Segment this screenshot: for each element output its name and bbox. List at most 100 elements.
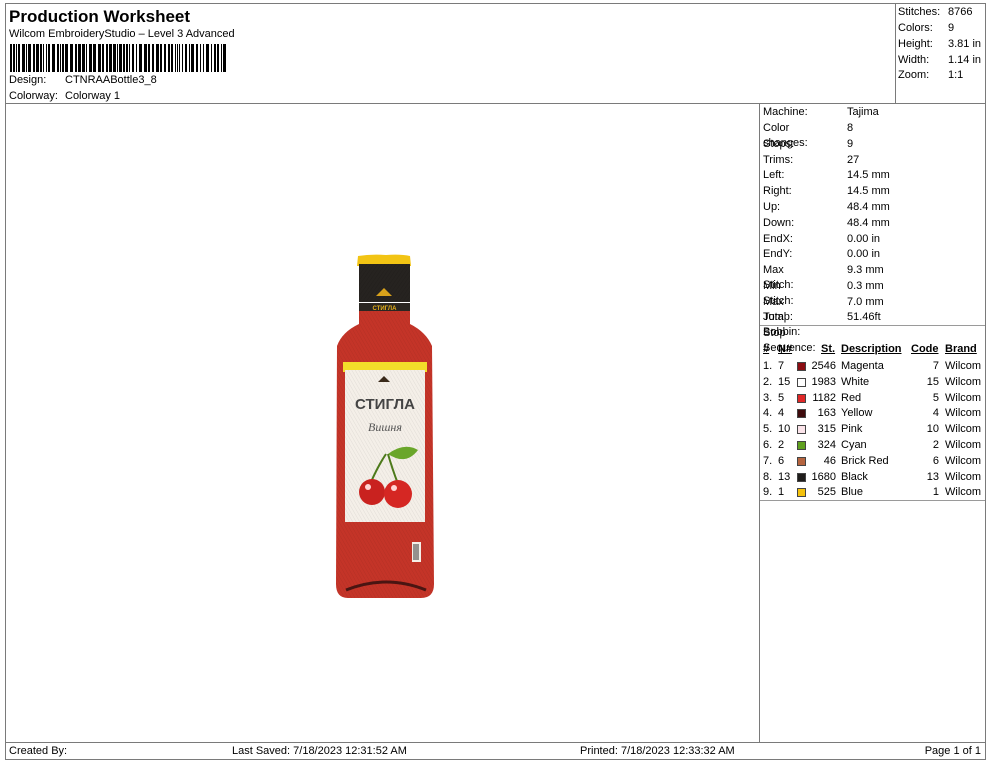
info-value: Tajima: [847, 106, 879, 118]
barcode-bar: [75, 44, 77, 72]
row-index: 7.: [763, 454, 773, 467]
color-swatch: [797, 393, 806, 403]
row-stitches: 2546: [811, 360, 836, 372]
barcode-bar: [221, 44, 222, 72]
stat-label: Colors:: [898, 22, 933, 34]
row-needle: 2: [778, 439, 785, 451]
row-stitches: 324: [817, 439, 836, 451]
row-needle: 10: [778, 423, 791, 436]
col-stitches: St.: [821, 343, 836, 355]
barcode-bar: [160, 44, 162, 72]
row-brand: Wilcom: [945, 375, 982, 388]
row-needle: 15: [778, 375, 791, 388]
barcode-bar: [36, 44, 39, 72]
barcode-bar: [191, 44, 194, 72]
row-stitches: 1983: [811, 375, 836, 388]
row-stitches: 163: [817, 407, 836, 420]
row-description: Brick Red: [841, 454, 889, 467]
barcode-bar: [106, 44, 108, 72]
info-value: 51.46ft: [847, 311, 881, 323]
barcode-bar: [93, 44, 96, 72]
barcode-bar: [60, 44, 61, 72]
design-value: CTNRAABottle3_8: [65, 74, 157, 86]
barcode-bar: [48, 44, 50, 72]
barcode-bar: [98, 44, 101, 72]
info-label: EndY:: [763, 248, 793, 260]
barcode-bar: [33, 44, 35, 72]
stop-sequence-row: 9. 1 525 Blue 1 Wilcom: [760, 485, 987, 500]
barcode-bar: [206, 44, 209, 72]
info-label: Trims:: [763, 154, 794, 166]
info-value: 0.00 in: [847, 248, 881, 260]
barcode-bar: [113, 44, 116, 72]
info-label: Down:: [763, 217, 795, 229]
stop-sequence-row: 7. 6 46 Brick Red 6 Wilcom: [760, 454, 987, 469]
col-code: Code: [911, 343, 939, 355]
row-description: Blue: [841, 486, 864, 499]
row-code: 15: [926, 375, 939, 388]
barcode-bar: [182, 44, 183, 72]
col-needle: N#: [778, 343, 793, 355]
info-value: 14.5 mm: [847, 169, 890, 181]
barcode-bar: [152, 44, 154, 72]
stop-sequence-row: 1. 7 2546 Magenta 7 Wilcom: [760, 359, 987, 374]
row-code: 5: [932, 391, 939, 404]
col-description: Description: [841, 343, 902, 355]
info-label: Up:: [763, 201, 781, 213]
barcode-bar: [177, 44, 178, 72]
color-swatch: [797, 488, 806, 498]
barcode-bar: [179, 44, 180, 72]
row-index: 6.: [763, 439, 773, 451]
sequence-divider: [760, 500, 985, 501]
info-value: 0.3 mm: [847, 280, 884, 292]
info-label: Right:: [763, 185, 792, 197]
row-stitches: 525: [817, 486, 836, 499]
stat-label: Zoom:: [898, 69, 930, 81]
color-swatch: [797, 425, 806, 435]
barcode-bar: [168, 44, 170, 72]
row-stitches: 315: [817, 423, 836, 436]
barcode-bar: [214, 44, 216, 72]
barcode-bar: [109, 44, 112, 72]
row-brand: Wilcom: [945, 360, 982, 372]
barcode-bar: [189, 44, 190, 72]
row-description: Red: [841, 391, 862, 404]
color-swatch: [797, 362, 806, 371]
col-index: #: [763, 343, 770, 355]
barcode-bar: [164, 44, 166, 72]
printed-date: Printed: 7/18/2023 12:33:32 AM: [580, 745, 735, 757]
barcode-bar: [136, 44, 137, 72]
barcode-bar: [223, 44, 226, 72]
colorway-label: Colorway:: [9, 90, 58, 102]
stat-zoom: Zoom: 1:1: [898, 69, 963, 81]
barcode-bar: [102, 44, 104, 72]
stat-label: Height:: [898, 38, 933, 50]
barcode-bar: [203, 44, 204, 72]
stat-value: 9: [948, 22, 955, 34]
row-brand: Wilcom: [945, 439, 982, 451]
row-needle: 6: [778, 454, 785, 467]
colorway-row: Colorway: Colorway 1: [9, 90, 120, 102]
barcode-bar: [139, 44, 142, 72]
stop-sequence-row: 2. 15 1983 White 15 Wilcom: [760, 375, 987, 390]
stop-sequence-row: 3. 5 1182 Red 5 Wilcom: [760, 391, 987, 406]
row-index: 8.: [763, 470, 773, 483]
worksheet-header: Production Worksheet Wilcom EmbroiderySt…: [5, 3, 896, 104]
color-swatch: [797, 472, 806, 482]
stat-width: Width: 1.14 in: [898, 54, 981, 66]
color-swatch: [797, 377, 806, 387]
created-by: Created By:: [9, 745, 68, 757]
row-brand: Wilcom: [945, 423, 982, 436]
barcode-bar: [175, 44, 176, 72]
info-value: 27: [847, 154, 860, 166]
row-needle: 1: [778, 486, 785, 499]
row-code: 4: [932, 407, 939, 420]
row-needle: 7: [778, 360, 785, 372]
barcode-bar: [65, 44, 68, 72]
barcode-bar: [156, 44, 159, 72]
info-value: 48.4 mm: [847, 217, 890, 229]
last-saved: Last Saved: 7/18/2023 12:31:52 AM: [232, 745, 407, 757]
row-index: 3.: [763, 391, 773, 404]
info-value: 8: [847, 122, 854, 134]
info-value: 9: [847, 138, 854, 150]
